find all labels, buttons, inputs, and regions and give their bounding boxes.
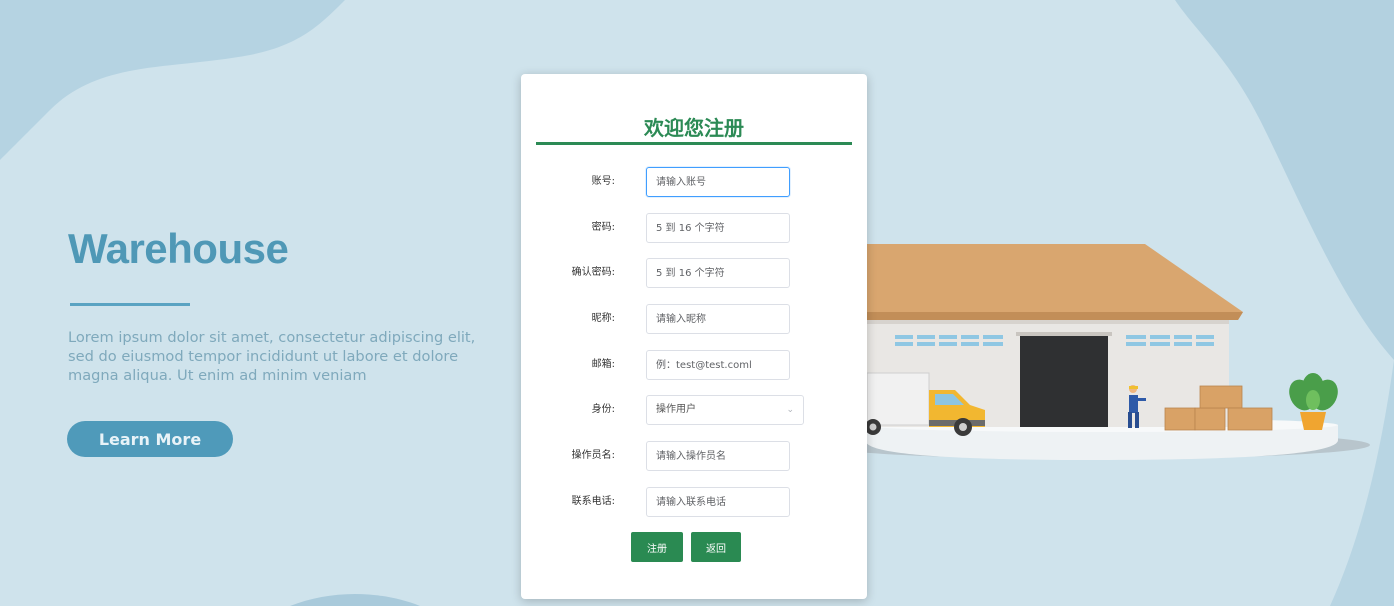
truck-box (866, 372, 930, 426)
hero-divider (70, 303, 190, 306)
nickname-input[interactable] (646, 304, 790, 334)
phone-label: 联系电话: (571, 496, 615, 507)
confirm-password-label: 确认密码: (571, 267, 615, 278)
identity-select[interactable]: 操作用户 ⌄ (646, 395, 804, 425)
worker (1129, 395, 1138, 413)
email-input[interactable] (646, 350, 790, 380)
warehouse-roof (867, 244, 1243, 320)
account-row: 账号: (521, 167, 867, 197)
identity-row: 身份: 操作用户 ⌄ (521, 395, 867, 425)
account-label: 账号: (591, 176, 615, 187)
phone-row: 联系电话: (521, 487, 867, 517)
email-label: 邮箱: (591, 359, 615, 370)
password-label: 密码: (591, 222, 615, 233)
hero-title: Warehouse (68, 225, 289, 272)
identity-label: 身份: (591, 404, 615, 415)
identity-selected-value: 操作用户 (656, 404, 696, 415)
nickname-label: 昵称: (591, 313, 615, 324)
email-row: 邮箱: (521, 350, 867, 380)
password-row: 密码: (521, 213, 867, 243)
warehouse-door (1020, 335, 1108, 427)
operator-name-label: 操作员名: (571, 450, 615, 461)
chevron-down-icon: ⌄ (786, 405, 794, 415)
account-input[interactable] (646, 167, 790, 197)
hero-description: Lorem ipsum dolor sit amet, consectetur … (68, 329, 476, 384)
password-input[interactable] (646, 213, 790, 243)
hero-section: Warehouse Lorem ipsum dolor sit amet, co… (68, 225, 498, 385)
register-button[interactable]: 注册 (631, 532, 683, 562)
operator-name-row: 操作员名: (521, 441, 867, 471)
learn-more-button[interactable]: Learn More (67, 421, 233, 457)
operator-name-input[interactable] (646, 441, 790, 471)
register-title: 欢迎您注册 (536, 112, 852, 145)
blob-top-left (0, 0, 345, 160)
phone-input[interactable] (646, 487, 790, 517)
confirm-password-input[interactable] (646, 258, 790, 288)
plant-pot (1300, 412, 1326, 430)
confirm-password-row: 确认密码: (521, 258, 867, 288)
nickname-row: 昵称: (521, 304, 867, 334)
back-button[interactable]: 返回 (691, 532, 741, 562)
register-card: 欢迎您注册 账号: 密码: 确认密码: 昵称: 邮箱: 身份: 操作用户 ⌄ 操… (521, 74, 867, 599)
